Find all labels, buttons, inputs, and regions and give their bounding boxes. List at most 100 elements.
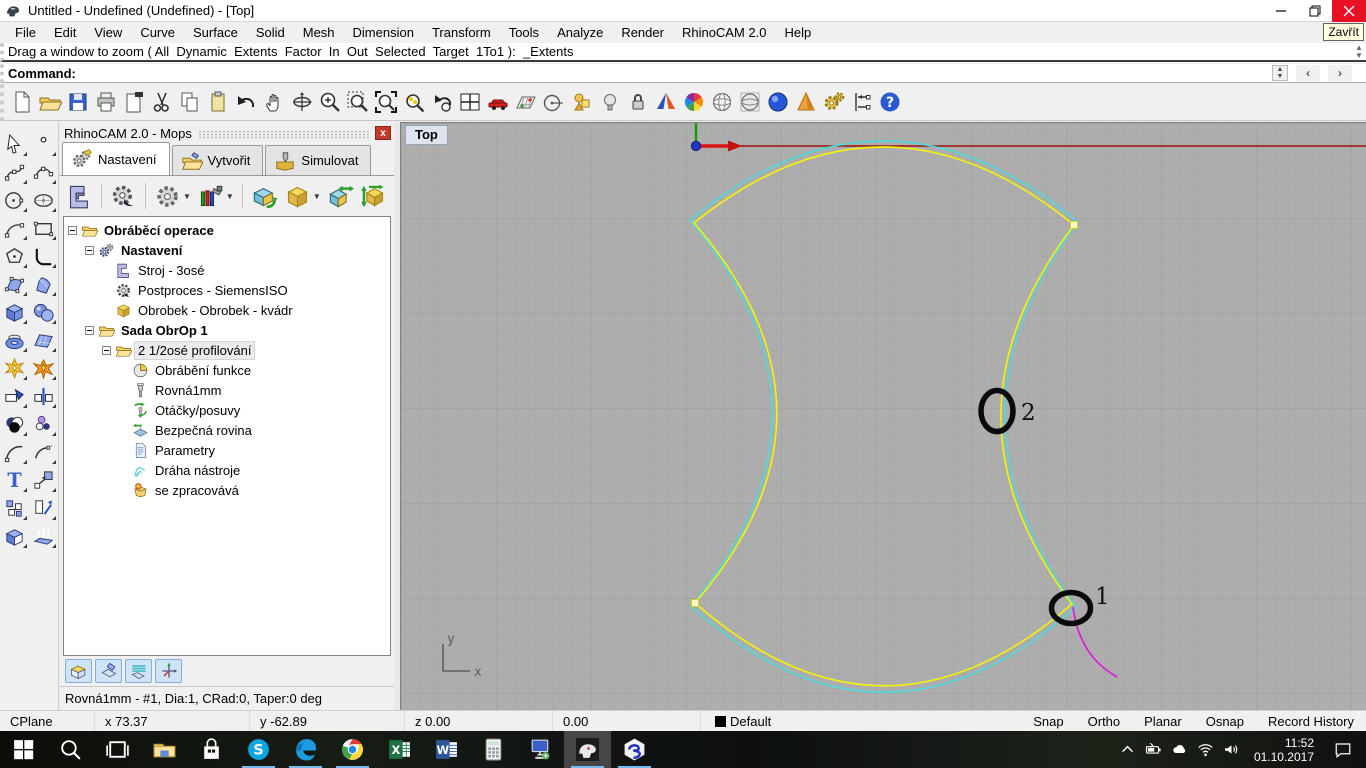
statusbar-toggle-planar[interactable]: Planar bbox=[1132, 711, 1194, 732]
menu-edit[interactable]: Edit bbox=[45, 23, 85, 42]
taskbar-edge[interactable] bbox=[282, 731, 329, 768]
tree-expander-minus[interactable] bbox=[102, 346, 111, 355]
close-button[interactable] bbox=[1332, 0, 1366, 22]
taskbar-excel[interactable]: X bbox=[376, 731, 423, 768]
cam-tools-button[interactable]: ▼ bbox=[195, 181, 236, 212]
taskbar-task-view[interactable] bbox=[94, 731, 141, 768]
tray-chevron-up[interactable] bbox=[1116, 731, 1140, 768]
tree-item-obrobek-obrobek-kv-dr[interactable]: Obrobek - Obrobek - kvádr bbox=[64, 300, 390, 320]
menu-rhinocam-2-0[interactable]: RhinoCAM 2.0 bbox=[673, 23, 776, 42]
menu-curve[interactable]: Curve bbox=[131, 23, 184, 42]
extrude-surface-tool[interactable] bbox=[29, 522, 58, 550]
dimension-tool-button[interactable] bbox=[848, 86, 876, 118]
taskbar-store[interactable] bbox=[188, 731, 235, 768]
taskbar-file-explorer[interactable] bbox=[141, 731, 188, 768]
tree-item-dr-ha-n-stroje[interactable]: Dráha nástroje bbox=[64, 460, 390, 480]
command-history-scrollbar[interactable]: ▲▼ bbox=[1352, 44, 1366, 60]
menu-analyze[interactable]: Analyze bbox=[548, 23, 612, 42]
render-cone-button[interactable] bbox=[792, 86, 820, 118]
print-button[interactable] bbox=[92, 86, 120, 118]
minimize-button[interactable] bbox=[1264, 0, 1298, 22]
stock-axes-toggle-button[interactable] bbox=[155, 659, 182, 683]
rendered-sphere-button[interactable] bbox=[764, 86, 792, 118]
cplane-grid-button[interactable] bbox=[512, 86, 540, 118]
menu-mesh[interactable]: Mesh bbox=[294, 23, 344, 42]
copy-button[interactable] bbox=[176, 86, 204, 118]
point-circles-tool[interactable] bbox=[29, 410, 58, 438]
dropdown-arrow-icon[interactable]: ▼ bbox=[226, 192, 234, 201]
statusbar-x[interactable]: x 73.37 bbox=[95, 711, 250, 732]
help-button[interactable]: ? bbox=[876, 86, 904, 118]
stock-show-toggle-button[interactable] bbox=[65, 659, 92, 683]
select-arrow-tool[interactable] bbox=[0, 130, 29, 158]
zoom-extents-button[interactable] bbox=[372, 86, 400, 118]
statusbar-toggle-record-history[interactable]: Record History bbox=[1256, 711, 1366, 732]
command-spinner[interactable]: ▲▼ bbox=[1272, 65, 1288, 81]
rotate-view-button[interactable] bbox=[288, 86, 316, 118]
cam-box-arrows-v-button[interactable] bbox=[358, 181, 389, 212]
statusbar-toggle-ortho[interactable]: Ortho bbox=[1076, 711, 1133, 732]
tree-item-ot-ky-posuvy[interactable]: Otáčky/posuvy bbox=[64, 400, 390, 420]
tree-item-se-zpracov-v[interactable]: se zpracovává bbox=[64, 480, 390, 500]
tree-item-2-1-2os-profilov-n[interactable]: 2 1/2osé profilování bbox=[64, 340, 390, 360]
trim-tool[interactable] bbox=[0, 382, 29, 410]
paste-button[interactable] bbox=[204, 86, 232, 118]
tree-item-postproces-siemensiso[interactable]: Postproces - SiemensISO bbox=[64, 280, 390, 300]
save-file-button[interactable] bbox=[64, 86, 92, 118]
statusbar-layer[interactable]: Default bbox=[701, 714, 1021, 729]
undo-view-change-button[interactable] bbox=[428, 86, 456, 118]
statusbar-0-00[interactable]: 0.00 bbox=[553, 711, 701, 732]
menu-help[interactable]: Help bbox=[776, 23, 821, 42]
wireframe-sphere-button[interactable] bbox=[708, 86, 736, 118]
scale-tool[interactable] bbox=[29, 466, 58, 494]
tree-expander-minus[interactable] bbox=[85, 246, 94, 255]
command-prompt[interactable]: Command: bbox=[4, 66, 76, 81]
curve-through-points-tool[interactable] bbox=[29, 158, 58, 186]
text-object-tool[interactable]: T bbox=[0, 466, 29, 494]
taskbar-rhino[interactable] bbox=[564, 731, 611, 768]
zoom-dynamic-button[interactable] bbox=[316, 86, 344, 118]
xray-sphere-button[interactable] bbox=[736, 86, 764, 118]
new-file-button[interactable] bbox=[8, 86, 36, 118]
cam-box-button[interactable]: ▼ bbox=[282, 181, 323, 212]
cam-gear-button[interactable]: ▼ bbox=[152, 181, 193, 212]
taskbar-rhinocam[interactable] bbox=[611, 731, 658, 768]
statusbar-toggle-osnap[interactable]: Osnap bbox=[1194, 711, 1256, 732]
taskbar-remote-desktop[interactable] bbox=[517, 731, 564, 768]
torus-tool[interactable] bbox=[0, 326, 29, 354]
tree-item-rovn-1mm[interactable]: Rovná1mm bbox=[64, 380, 390, 400]
menu-file[interactable]: File bbox=[6, 23, 45, 42]
restore-button[interactable] bbox=[1298, 0, 1332, 22]
solid-box-tool[interactable] bbox=[0, 298, 29, 326]
vertex-marker-right[interactable] bbox=[1071, 222, 1078, 229]
taskbar-clock[interactable]: 11:52 01.10.2017 bbox=[1246, 736, 1322, 764]
pan-view-button[interactable] bbox=[260, 86, 288, 118]
taskbar-search[interactable] bbox=[47, 731, 94, 768]
dropdown-arrow-icon[interactable]: ▼ bbox=[313, 192, 321, 201]
history-forward-button[interactable]: › bbox=[1328, 65, 1352, 81]
taskbar-skype[interactable]: S bbox=[235, 731, 282, 768]
zoom-selected-button[interactable] bbox=[400, 86, 428, 118]
taskbar-calculator[interactable] bbox=[470, 731, 517, 768]
cam-post-gear-button[interactable] bbox=[108, 181, 139, 212]
cam-machine-button[interactable] bbox=[64, 181, 95, 212]
blocks-tool[interactable] bbox=[0, 494, 29, 522]
explode-tool[interactable] bbox=[0, 354, 29, 382]
menu-render[interactable]: Render bbox=[612, 23, 673, 42]
tree-expander-minus[interactable] bbox=[85, 326, 94, 335]
explode-burst-tool[interactable] bbox=[29, 354, 58, 382]
tree-item-nastaven[interactable]: Nastavení bbox=[64, 240, 390, 260]
tree-item-obr-b-n-funkce[interactable]: Obrábění funkce bbox=[64, 360, 390, 380]
viewport-layout-button[interactable] bbox=[456, 86, 484, 118]
menu-tools[interactable]: Tools bbox=[500, 23, 548, 42]
dropdown-arrow-icon[interactable]: ▼ bbox=[183, 192, 191, 201]
stock-tool-toggle-button[interactable] bbox=[95, 659, 122, 683]
menu-solid[interactable]: Solid bbox=[247, 23, 294, 42]
solid-union-box-tool[interactable] bbox=[0, 522, 29, 550]
zoom-window-button[interactable] bbox=[344, 86, 372, 118]
extend-curve-tool[interactable] bbox=[29, 438, 58, 466]
tab-vytvo-it[interactable]: Vytvořit bbox=[172, 145, 264, 175]
surface-from-points-tool[interactable] bbox=[0, 270, 29, 298]
split-tool[interactable] bbox=[29, 382, 58, 410]
vertex-marker-left[interactable] bbox=[692, 600, 699, 607]
